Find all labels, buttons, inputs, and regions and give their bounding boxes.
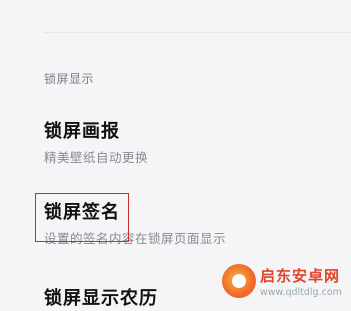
setting-subtitle: 精美壁纸自动更换	[44, 150, 149, 165]
setting-row-lockscreen-wallpaper[interactable]: 锁屏画报 精美壁纸自动更换	[44, 120, 344, 166]
setting-title: 锁屏签名	[44, 202, 120, 223]
section-header: 锁屏显示	[44, 72, 95, 86]
brand-logo-icon	[222, 264, 256, 298]
site-watermark: 启东安卓网 www.qdltdlg.com	[222, 262, 350, 300]
top-divider	[44, 32, 351, 33]
setting-title: 锁屏画报	[44, 121, 120, 142]
watermark-url: www.qdltdlg.com	[260, 286, 342, 298]
watermark-title: 启东安卓网	[260, 266, 341, 285]
setting-subtitle: 设置的签名内容在锁屏页面显示	[44, 231, 227, 246]
setting-row-lockscreen-signature[interactable]: 锁屏签名 设置的签名内容在锁屏页面显示	[44, 201, 344, 247]
